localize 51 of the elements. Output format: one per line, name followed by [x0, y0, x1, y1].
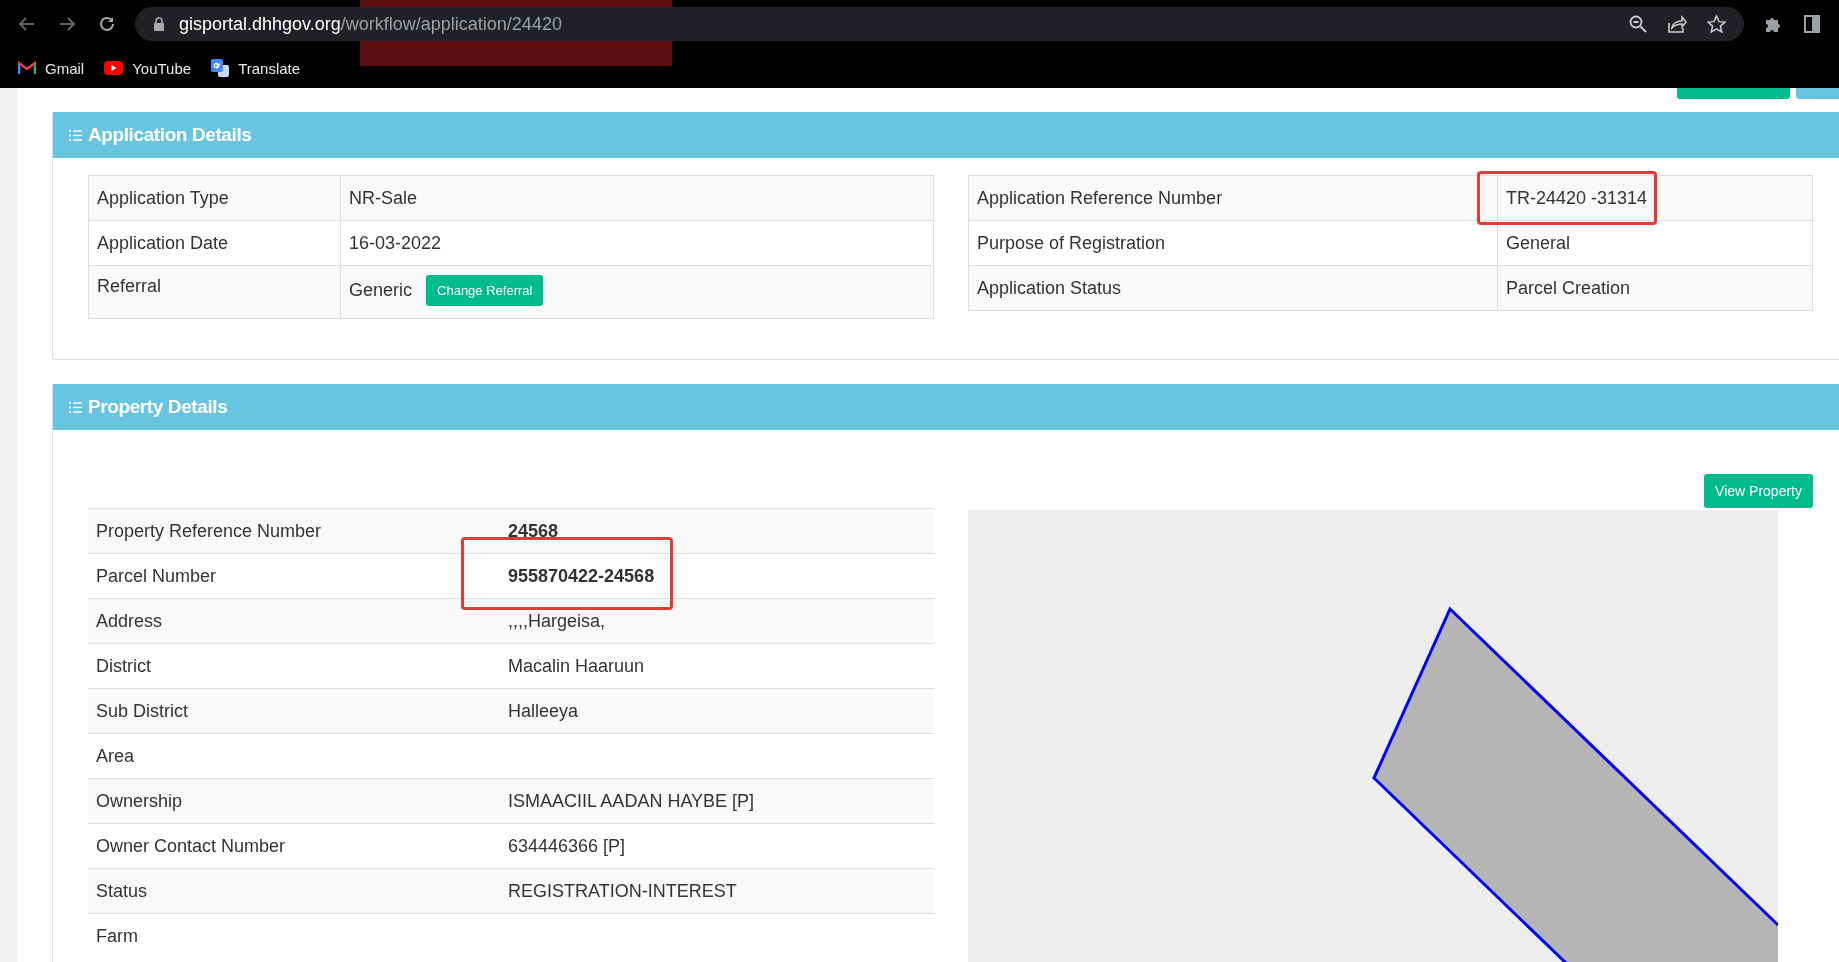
- panel-title: Property Details: [88, 396, 228, 418]
- bookmark-link[interactable]: Translate: [211, 59, 301, 77]
- field-value: 24568: [508, 520, 559, 541]
- lock-icon: [153, 17, 165, 31]
- field-value: REGISTRATION-INTEREST: [508, 880, 737, 901]
- address-bar[interactable]: gisportal.dhhgov.org/workflow/application/24420: [135, 7, 1744, 41]
- field-value: Halleeya: [508, 700, 579, 721]
- panel-title: Application Details: [88, 124, 252, 146]
- field-label: Owner Contact Number: [96, 835, 286, 856]
- translate-icon: [211, 59, 230, 77]
- field-label: Status: [96, 880, 148, 901]
- field-value: ,,,,Hargeisa,: [508, 610, 606, 631]
- bookmark-star-icon[interactable]: [1707, 15, 1726, 33]
- field-label: Farm: [96, 925, 138, 946]
- bookmark-link[interactable]: Gmail: [18, 59, 85, 77]
- bookmark-link[interactable]: YouTube: [104, 59, 192, 77]
- field-label: Application Type: [97, 187, 229, 208]
- field-value: 955870422-24568: [508, 565, 655, 586]
- play-button-icon: [104, 61, 124, 75]
- field-value: Macalin Haaruun: [508, 655, 645, 676]
- forward-arrow-icon[interactable]: [58, 15, 76, 33]
- field-label: Property Reference Number: [96, 520, 322, 541]
- field-value: TR-24420 -31314: [1506, 187, 1648, 208]
- field-value: ISMAACIIL AADAN HAYBE [P]: [508, 790, 755, 811]
- field-label: Area: [96, 745, 135, 766]
- puzzle-piece-icon[interactable]: [1764, 15, 1782, 33]
- back-arrow-icon[interactable]: [18, 15, 36, 33]
- field-label: Application Status: [977, 277, 1122, 298]
- field-value: 16-03-2022: [349, 232, 442, 253]
- zoom-out-icon[interactable]: [1629, 15, 1647, 33]
- field-label: Parcel Number: [96, 565, 217, 586]
- field-label: Ownership: [96, 790, 183, 811]
- field-label: Application Reference Number: [977, 187, 1223, 208]
- field-label: Address: [96, 610, 163, 631]
- mail-m-icon: [18, 61, 36, 75]
- list-icon: [69, 401, 82, 413]
- field-value: 634446366 [P]: [508, 835, 626, 856]
- field-value: Generic: [349, 280, 413, 301]
- reload-icon[interactable]: [98, 15, 116, 33]
- url-text: gisportal.dhhgov.org/workflow/application/24420: [179, 13, 563, 35]
- field-value: NR-Sale: [349, 187, 418, 208]
- field-value: General: [1506, 232, 1571, 253]
- share-icon[interactable]: [1667, 15, 1687, 33]
- field-label: District: [96, 655, 151, 676]
- field-label: Purpose of Registration: [977, 232, 1166, 253]
- field-label: Sub District: [96, 700, 189, 721]
- field-value: Parcel Creation: [1506, 277, 1631, 298]
- list-icon: [69, 129, 82, 141]
- side-panel-icon[interactable]: [1804, 15, 1820, 33]
- field-label: Referral: [97, 276, 162, 296]
- field-label: Application Date: [97, 232, 229, 253]
